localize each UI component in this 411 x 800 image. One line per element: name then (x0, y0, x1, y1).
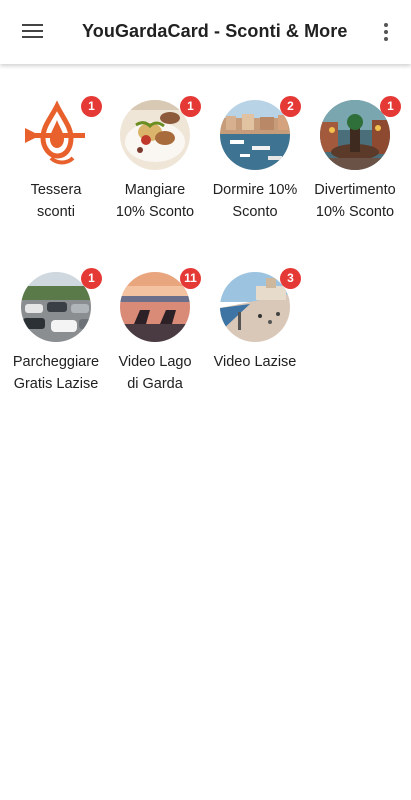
app-bar: YouGardaCard - Sconti & More (0, 0, 411, 64)
more-vertical-icon[interactable] (366, 14, 406, 50)
tile-label: Divertimento 10% Sconto (314, 182, 396, 220)
tile-label: Mangiare 10% Sconto (115, 182, 195, 220)
tile-label: Parcheggiare Gratis Lazise (12, 354, 100, 392)
food-photo (120, 100, 190, 170)
fountain-photo (320, 100, 390, 170)
tile-label: Video Lazise (213, 354, 297, 370)
tile-label: Dormire 10% Sconto (212, 182, 298, 220)
notification-badge: 11 (180, 268, 201, 289)
tile-label: Video Lago di Garda (118, 354, 192, 392)
tile-divertimento[interactable]: 1 Divertimento 10% Sconto (305, 96, 405, 250)
tile-video-lazise[interactable]: 3 Video Lazise (205, 268, 305, 422)
page-title: YouGardaCard - Sconti & More (82, 21, 348, 41)
tile-video-lago-di-garda[interactable]: 11 Video Lago di Garda (105, 268, 205, 422)
notification-badge: 1 (180, 96, 201, 117)
parking-photo (21, 272, 91, 342)
promenade-photo (220, 272, 290, 342)
harbor-photo (220, 100, 290, 170)
tile-mangiare[interactable]: 1 Mangiare 10% Sconto (105, 96, 205, 250)
notification-badge: 3 (280, 268, 301, 289)
sunset-lake-photo (120, 272, 190, 342)
hamburger-menu-icon[interactable] (12, 12, 52, 52)
tessera-logo-icon (21, 100, 91, 170)
tile-dormire[interactable]: 2 Dormire 10% Sconto (205, 96, 305, 250)
notification-badge: 2 (280, 96, 301, 117)
notification-badge: 1 (81, 96, 102, 117)
tile-tessera-sconti[interactable]: 1 Tessera sconti (6, 96, 106, 250)
notification-badge: 1 (81, 268, 102, 289)
notification-badge: 1 (380, 96, 401, 117)
tile-parcheggiare[interactable]: 1 Parcheggiare Gratis Lazise (6, 268, 106, 422)
tile-label: Tessera sconti (30, 182, 82, 220)
